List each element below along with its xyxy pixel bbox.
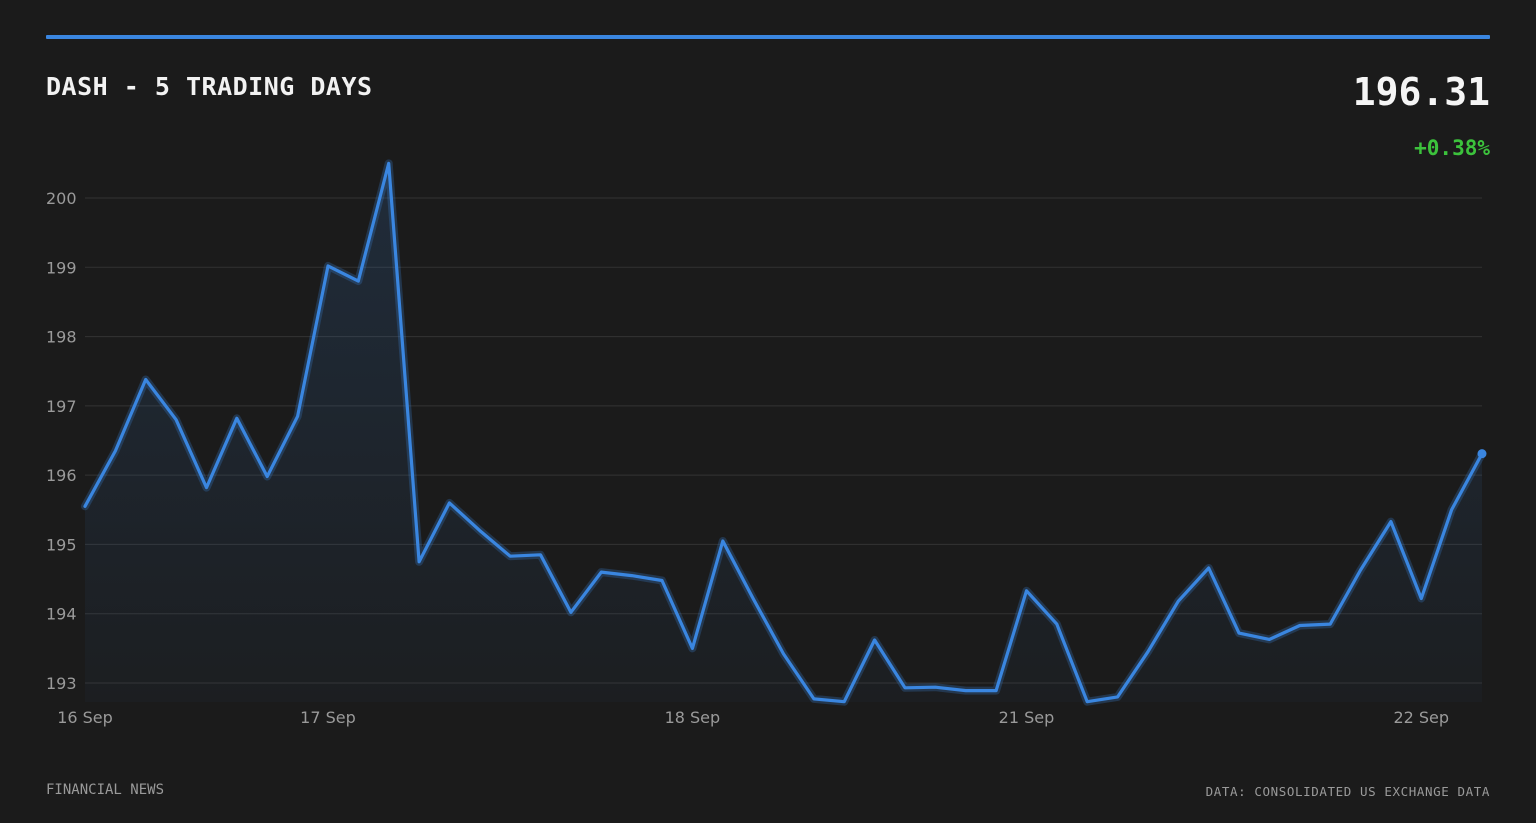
x-tick-label: 17 Sep <box>300 708 356 727</box>
y-tick-label: 197 <box>46 397 77 416</box>
y-tick-label: 194 <box>46 605 77 624</box>
x-tick-label: 22 Sep <box>1393 708 1449 727</box>
price-chart-svg: 193 194 195 196 197 198 199 200 16 Sep 17 Sep 18 S… <box>0 0 1536 819</box>
last-point-marker <box>1478 449 1487 458</box>
y-tick-label: 199 <box>46 258 77 277</box>
price-area-fill <box>85 163 1482 702</box>
x-tick-label: 18 Sep <box>665 708 721 727</box>
y-tick-label: 196 <box>46 466 77 485</box>
x-tick-label: 21 Sep <box>999 708 1055 727</box>
x-tick-label: 16 Sep <box>57 708 113 727</box>
footer-source-right: DATA: CONSOLIDATED US EXCHANGE DATA <box>1206 784 1490 799</box>
y-tick-label: 198 <box>46 328 77 347</box>
footer-source-left: FINANCIAL NEWS <box>46 782 164 798</box>
y-tick-label: 193 <box>46 674 77 693</box>
price-chart: 193 194 195 196 197 198 199 200 16 Sep 17 Sep 18 S… <box>0 0 1536 819</box>
y-tick-label: 200 <box>46 189 77 208</box>
y-tick-label: 195 <box>46 535 77 554</box>
